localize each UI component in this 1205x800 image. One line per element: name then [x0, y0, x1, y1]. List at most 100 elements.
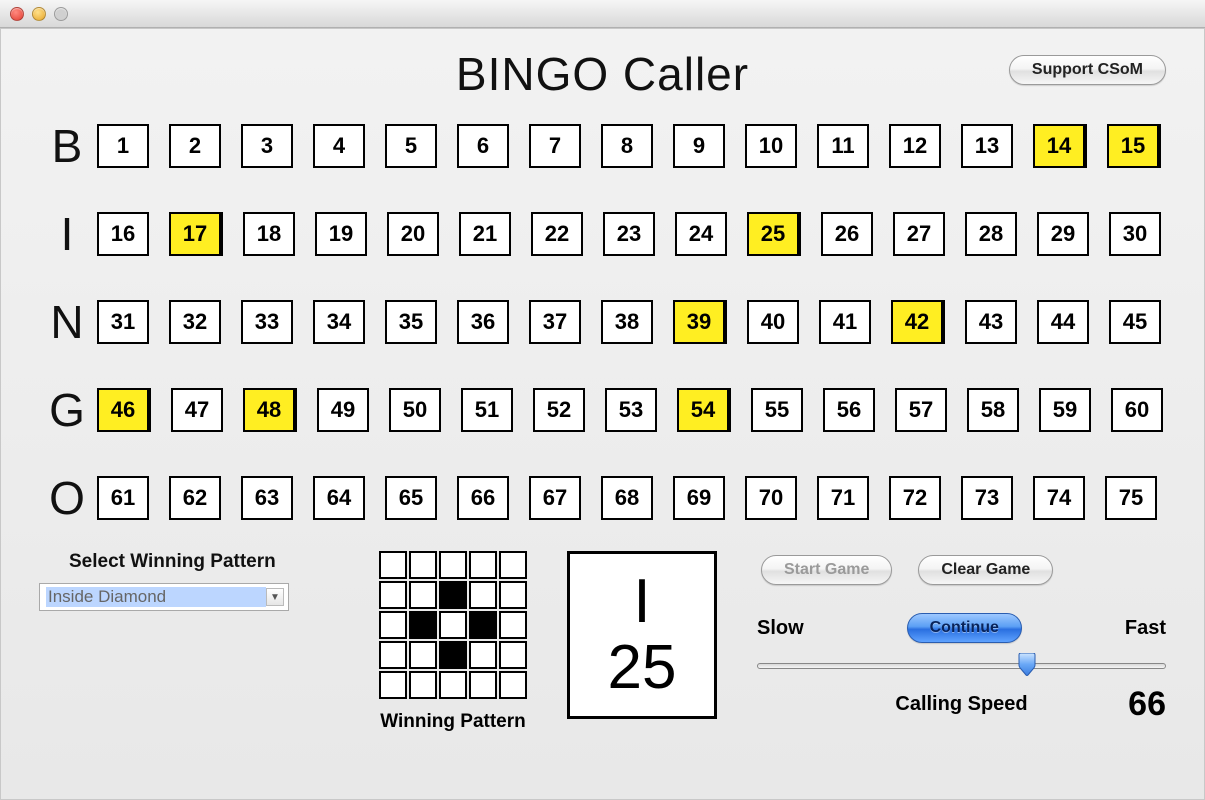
- row-cells: 46 47 48 49 50 51 52 53 54 55 56 57 58 59 60: [97, 388, 1168, 432]
- number-cell[interactable]: 51: [461, 388, 513, 432]
- number-cell[interactable]: 20: [387, 212, 439, 256]
- number-cell[interactable]: 69: [673, 476, 725, 520]
- number-cell[interactable]: 19: [315, 212, 367, 256]
- continue-button[interactable]: Continue: [907, 613, 1022, 643]
- number-cell[interactable]: 59: [1039, 388, 1091, 432]
- number-cell[interactable]: 67: [529, 476, 581, 520]
- number-cell[interactable]: 52: [533, 388, 585, 432]
- start-game-button[interactable]: Start Game: [761, 555, 892, 585]
- slider-thumb[interactable]: [1016, 653, 1038, 677]
- number-cell[interactable]: 2: [169, 124, 221, 168]
- number-cell[interactable]: 7: [529, 124, 581, 168]
- clear-game-button[interactable]: Clear Game: [918, 555, 1053, 585]
- number-cell[interactable]: 53: [605, 388, 657, 432]
- number-cell[interactable]: 10: [745, 124, 797, 168]
- number-cell[interactable]: 32: [169, 300, 221, 344]
- speed-footer: Calling Speed 66: [757, 685, 1166, 724]
- number-cell[interactable]: 56: [823, 388, 875, 432]
- number-cell[interactable]: 21: [459, 212, 511, 256]
- number-cell[interactable]: 68: [601, 476, 653, 520]
- number-cell[interactable]: 15: [1107, 124, 1161, 168]
- number-cell[interactable]: 36: [457, 300, 509, 344]
- pattern-cell: [409, 611, 437, 639]
- window-minimize-button[interactable]: [32, 7, 46, 21]
- row-cells: 31 32 33 34 35 36 37 38 39 40 41 42 43 44 45: [97, 300, 1168, 344]
- start-game-label: Start Game: [784, 561, 869, 579]
- number-cell[interactable]: 65: [385, 476, 437, 520]
- number-cell[interactable]: 9: [673, 124, 725, 168]
- number-cell[interactable]: 27: [893, 212, 945, 256]
- number-cell[interactable]: 3: [241, 124, 293, 168]
- number-cell[interactable]: 41: [819, 300, 871, 344]
- number-cell[interactable]: 11: [817, 124, 869, 168]
- number-cell[interactable]: 17: [169, 212, 223, 256]
- number-cell[interactable]: 46: [97, 388, 151, 432]
- number-cell[interactable]: 31: [97, 300, 149, 344]
- number-cell[interactable]: 43: [965, 300, 1017, 344]
- number-cell[interactable]: 29: [1037, 212, 1089, 256]
- number-cell[interactable]: 72: [889, 476, 941, 520]
- number-cell[interactable]: 60: [1111, 388, 1163, 432]
- number-cell[interactable]: 55: [751, 388, 803, 432]
- number-cell[interactable]: 33: [241, 300, 293, 344]
- pattern-select[interactable]: Inside Diamond ▼: [39, 583, 289, 611]
- row-letter: O: [37, 471, 97, 525]
- number-cell[interactable]: 45: [1109, 300, 1161, 344]
- number-cell[interactable]: 74: [1033, 476, 1085, 520]
- number-cell[interactable]: 40: [747, 300, 799, 344]
- number-cell[interactable]: 12: [889, 124, 941, 168]
- number-cell[interactable]: 62: [169, 476, 221, 520]
- number-cell[interactable]: 13: [961, 124, 1013, 168]
- number-cell[interactable]: 1: [97, 124, 149, 168]
- number-cell[interactable]: 30: [1109, 212, 1161, 256]
- support-button-label: Support CSoM: [1032, 61, 1143, 79]
- main-window: BINGO Caller Support CSoM B1234567891011…: [0, 28, 1205, 800]
- support-button[interactable]: Support CSoM: [1009, 55, 1166, 85]
- number-cell[interactable]: 4: [313, 124, 365, 168]
- number-cell[interactable]: 28: [965, 212, 1017, 256]
- number-cell[interactable]: 16: [97, 212, 149, 256]
- number-cell[interactable]: 61: [97, 476, 149, 520]
- number-cell[interactable]: 14: [1033, 124, 1087, 168]
- number-cell[interactable]: 37: [529, 300, 581, 344]
- window-zoom-button[interactable]: [54, 7, 68, 21]
- number-cell[interactable]: 39: [673, 300, 727, 344]
- number-cell[interactable]: 44: [1037, 300, 1089, 344]
- number-cell[interactable]: 34: [313, 300, 365, 344]
- number-cell[interactable]: 23: [603, 212, 655, 256]
- pattern-cell: [499, 581, 527, 609]
- number-cell[interactable]: 75: [1105, 476, 1157, 520]
- number-cell[interactable]: 22: [531, 212, 583, 256]
- number-cell[interactable]: 24: [675, 212, 727, 256]
- number-cell[interactable]: 25: [747, 212, 801, 256]
- pattern-cell: [379, 671, 407, 699]
- number-cell[interactable]: 6: [457, 124, 509, 168]
- row-letter: I: [37, 207, 97, 261]
- number-cell[interactable]: 26: [821, 212, 873, 256]
- number-cell[interactable]: 70: [745, 476, 797, 520]
- number-cell[interactable]: 71: [817, 476, 869, 520]
- number-cell[interactable]: 58: [967, 388, 1019, 432]
- number-cell[interactable]: 8: [601, 124, 653, 168]
- number-cell[interactable]: 42: [891, 300, 945, 344]
- number-cell[interactable]: 57: [895, 388, 947, 432]
- row-letter: B: [37, 119, 97, 173]
- number-cell[interactable]: 63: [241, 476, 293, 520]
- winning-pattern-caption: Winning Pattern: [379, 711, 527, 733]
- number-cell[interactable]: 66: [457, 476, 509, 520]
- number-cell[interactable]: 38: [601, 300, 653, 344]
- number-cell[interactable]: 50: [389, 388, 441, 432]
- number-cell[interactable]: 54: [677, 388, 731, 432]
- number-cell[interactable]: 5: [385, 124, 437, 168]
- number-cell[interactable]: 49: [317, 388, 369, 432]
- number-cell[interactable]: 73: [961, 476, 1013, 520]
- number-cell[interactable]: 18: [243, 212, 295, 256]
- number-cell[interactable]: 35: [385, 300, 437, 344]
- slider-track: [757, 663, 1166, 669]
- number-cell[interactable]: 48: [243, 388, 297, 432]
- speed-slider[interactable]: [757, 651, 1166, 681]
- number-cell[interactable]: 64: [313, 476, 365, 520]
- row-cells: 123456789101112131415: [97, 124, 1168, 168]
- window-close-button[interactable]: [10, 7, 24, 21]
- number-cell[interactable]: 47: [171, 388, 223, 432]
